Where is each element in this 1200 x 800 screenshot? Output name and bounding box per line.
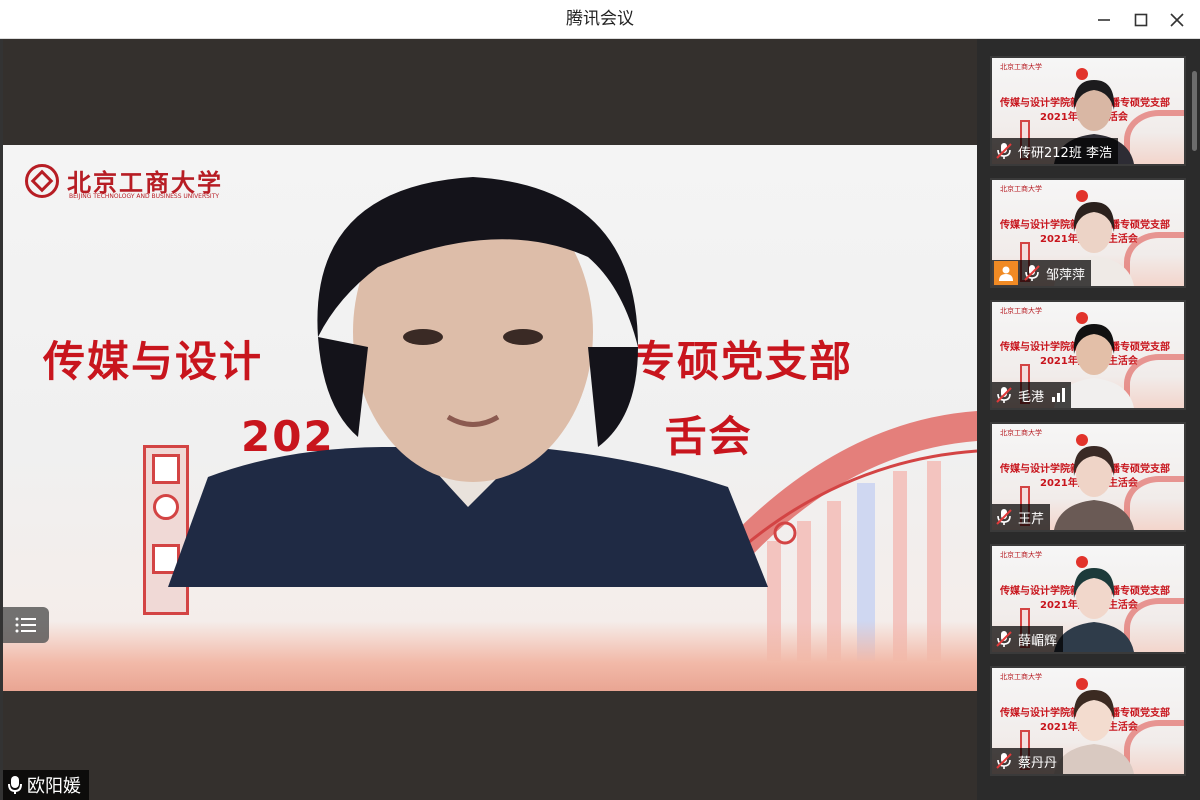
participant-name-tag: 王芹 [992,504,1051,530]
microphone-muted-icon [996,387,1012,403]
participant-name: 王芹 [1018,511,1045,527]
tile-university-logo: 北京工商大学 [1000,63,1042,71]
participant-name-tag: 邹萍萍 [992,260,1092,286]
participant-video [1054,446,1134,530]
sidebar-scrollbar[interactable] [1192,71,1197,151]
participant-name: 薛嵋辉 [1018,633,1058,649]
maximize-button[interactable] [1127,6,1155,34]
participant-name-tag: 毛港 [992,382,1072,408]
speaker-name-tag: 欧阳媛 [3,770,89,800]
window-title: 腾讯会议 [566,9,634,29]
participant-tile[interactable]: 北京工商大学 传媒与设计学院新闻与传播专硕党支部 2021年度组织生活会 邹萍萍 [990,178,1186,288]
participant-tile[interactable]: 北京工商大学 传媒与设计学院新闻与传播专硕党支部 2021年度组织生活会 蔡丹丹 [990,666,1186,776]
tile-university-logo: 北京工商大学 [1000,673,1042,681]
participant-name: 蔡丹丹 [1018,755,1058,771]
participant-name-tag: 传研212班 李浩 [992,138,1118,164]
avatar-icon [994,261,1018,285]
participant-tile[interactable]: 北京工商大学 传媒与设计学院新闻与传播专硕党支部 2021年度组织生活会 王芹 [990,422,1186,532]
list-menu-icon [15,617,36,633]
participant-name-tag: 蔡丹丹 [992,748,1064,774]
meeting-window: 腾讯会议 北京工商大学 BEIJING TECHNOLOGY AND BUSIN… [0,0,1200,800]
speaker-name: 欧阳媛 [27,776,81,797]
network-signal-icon [1052,388,1066,402]
flower-decoration [3,621,977,691]
microphone-muted-icon [1024,265,1040,281]
tile-university-logo: 北京工商大学 [1000,429,1042,437]
minimize-button[interactable] [1090,6,1118,34]
microphone-muted-icon [996,143,1012,159]
maximize-icon [1134,13,1148,27]
microphone-muted-icon [996,753,1012,769]
participant-tile[interactable]: 北京工商大学 传媒与设计学院新闻与传播专硕党支部 2021年度组织生活会 毛港 [990,300,1186,410]
university-seal-icon [25,163,59,198]
participant-video [1054,568,1134,652]
tile-university-logo: 北京工商大学 [1000,551,1042,559]
participant-name: 邹萍萍 [1046,267,1086,283]
participant-name-tag: 薛嵋辉 [992,626,1064,652]
title-bar: 腾讯会议 [0,0,1200,39]
tile-university-logo: 北京工商大学 [1000,185,1042,193]
tile-university-logo: 北京工商大学 [1000,307,1042,315]
participant-name: 传研212班 李浩 [1018,145,1112,161]
close-icon [1170,13,1184,27]
participant-tile[interactable]: 北京工商大学 传媒与设计学院新闻与传播专硕党支部 2021年度组织生活会 薛嵋辉 [990,544,1186,654]
participant-name: 毛港 [1018,389,1045,405]
close-button[interactable] [1163,6,1191,34]
speaker-person [168,177,768,587]
participant-video-list: 北京工商大学 传媒与设计学院新闻与传播专硕党支部 2021年组织生活会 传研21… [977,39,1200,800]
participants-menu-button[interactable] [3,607,49,643]
microphone-icon [8,776,22,794]
microphone-muted-icon [996,631,1012,647]
minimize-icon [1098,19,1110,21]
participant-tile[interactable]: 北京工商大学 传媒与设计学院新闻与传播专硕党支部 2021年组织生活会 传研21… [990,56,1186,166]
main-speaker-video[interactable]: 北京工商大学 BEIJING TECHNOLOGY AND BUSINESS U… [3,39,977,800]
participant-video [1054,690,1134,774]
microphone-muted-icon [996,509,1012,525]
